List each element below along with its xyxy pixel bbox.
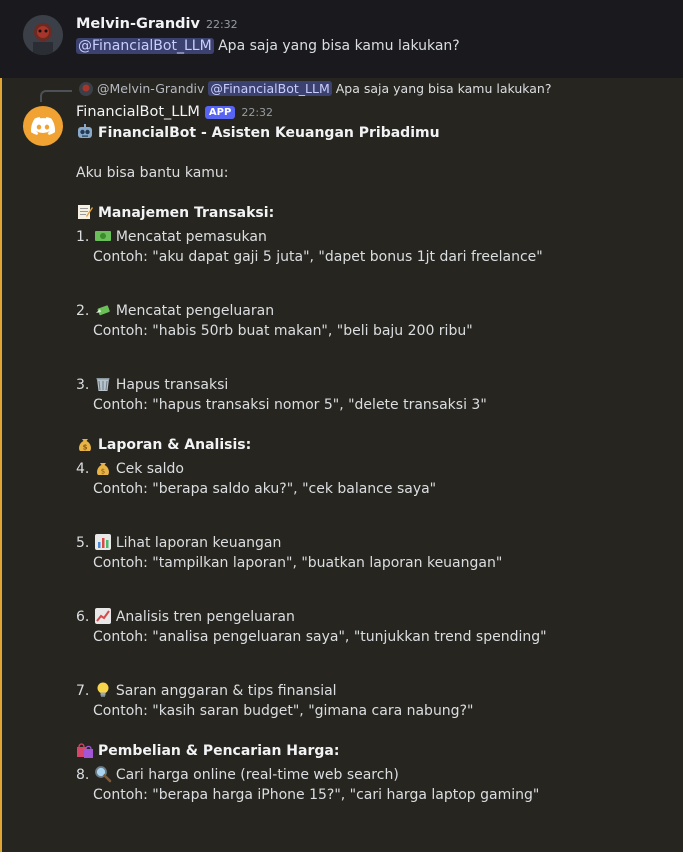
- lightbulb-icon: [97, 682, 109, 697]
- list-item-label: Lihat laporan keuangan: [115, 535, 282, 551]
- dollar-bill-icon: [94, 231, 111, 241]
- shopping-bags-icon: [77, 743, 93, 758]
- bar-chart-icon: [94, 534, 111, 550]
- chart-up-icon: [94, 608, 111, 624]
- bot-title: FinancialBot - Asisten Keuangan Pribadim…: [98, 125, 440, 141]
- bot-message-content: FinancialBot - Asisten Keuangan Pribadim…: [76, 123, 676, 805]
- discord-logo-icon: [31, 117, 55, 135]
- bot-author-name[interactable]: FinancialBot_LLM: [76, 104, 200, 120]
- user-avatar[interactable]: [23, 15, 63, 55]
- list-item: 4. $ Cek saldo: [76, 459, 676, 479]
- list-item-number: 8.: [76, 767, 90, 783]
- list-item-label: Cari harga online (real-time web search): [115, 767, 399, 783]
- reply-connector: [40, 90, 72, 102]
- svg-text:$: $: [83, 444, 88, 452]
- memo-icon: [78, 205, 93, 219]
- list-item-example: Contoh: "berapa saldo aku?", "cek balanc…: [93, 481, 437, 497]
- user-author-name[interactable]: Melvin-Grandiv: [76, 16, 200, 32]
- bot-intro: Aku bisa bantu kamu:: [76, 165, 229, 181]
- reply-avatar: [79, 81, 93, 96]
- list-item-label: Mencatat pemasukan: [115, 229, 267, 245]
- list-item: 3. Hapus transaksi: [76, 375, 676, 395]
- bot-avatar[interactable]: [23, 106, 63, 146]
- list-item-number: 6.: [76, 609, 90, 625]
- list-item-example: Contoh: "berapa harga iPhone 15?", "cari…: [93, 787, 540, 803]
- list-item-number: 5.: [76, 535, 90, 551]
- magnifier-icon: [94, 766, 112, 783]
- list-item-example: Contoh: "aku dapat gaji 5 juta", "dapet …: [93, 249, 543, 265]
- list-item-label: Cek saldo: [115, 461, 184, 477]
- list-item: 6. Analisis tren pengeluaran: [76, 607, 676, 627]
- user-message-body: @FinancialBot_LLM Apa saja yang bisa kam…: [76, 38, 460, 54]
- reply-text: Apa saja yang bisa kamu lakukan?: [335, 81, 552, 96]
- money-bag-icon: $: [79, 439, 91, 452]
- wastebasket-icon: [96, 378, 110, 391]
- list-item-example: Contoh: "kasih saran budget", "gimana ca…: [93, 703, 474, 719]
- list-item: 1. Mencatat pemasukan: [76, 227, 676, 247]
- list-item-number: 2.: [76, 303, 90, 319]
- list-item-number: 1.: [76, 229, 90, 245]
- section-heading: $ Laporan & Analisis:: [76, 435, 676, 455]
- list-item-example: Contoh: "analisa pengeluaran saya", "tun…: [93, 629, 547, 645]
- user-message: Melvin-Grandiv 22:32 @FinancialBot_LLM Ap…: [0, 0, 683, 78]
- list-item-number: 4.: [76, 461, 90, 477]
- list-item-label: Analisis tren pengeluaran: [115, 609, 295, 625]
- bot-title-line: FinancialBot - Asisten Keuangan Pribadim…: [76, 123, 676, 143]
- list-item: 2. Mencatat pengeluaran: [76, 301, 676, 321]
- user-author[interactable]: Melvin-Grandiv 22:32: [76, 16, 238, 32]
- section-heading-text: Laporan & Analisis:: [98, 437, 252, 453]
- list-item-number: 3.: [76, 377, 90, 393]
- bot-message: @Melvin-Grandiv @FinancialBot_LLM Apa sa…: [0, 78, 683, 852]
- section-heading: Manajemen Transaksi:: [76, 203, 676, 223]
- money-bag-icon: $: [96, 463, 109, 476]
- robot-icon: [78, 124, 92, 138]
- list-item-number: 7.: [76, 683, 90, 699]
- list-item-label: Hapus transaksi: [115, 377, 229, 393]
- user-message-text: Apa saja yang bisa kamu lakukan?: [218, 38, 460, 54]
- list-item-example: Contoh: "tampilkan laporan", "buatkan la…: [93, 555, 503, 571]
- bot-mention[interactable]: @FinancialBot_LLM: [76, 38, 214, 54]
- app-tag: APP: [204, 105, 236, 119]
- reply-preview[interactable]: @Melvin-Grandiv @FinancialBot_LLM Apa sa…: [79, 81, 552, 96]
- section-heading: Pembelian & Pencarian Harga:: [76, 741, 676, 761]
- list-item-label: Saran anggaran & tips finansial: [115, 683, 337, 699]
- bot-header: FinancialBot_LLM APP 22:32: [76, 104, 273, 120]
- reply-mention[interactable]: @FinancialBot_LLM: [208, 81, 332, 96]
- list-item: 7. Saran anggaran & tips finansial: [76, 681, 676, 701]
- list-item-example: Contoh: "hapus transaksi nomor 5", "dele…: [93, 397, 487, 413]
- list-item-label: Mencatat pengeluaran: [115, 303, 275, 319]
- reply-author[interactable]: @Melvin-Grandiv: [97, 81, 204, 96]
- list-item: 5. Lihat laporan keuangan: [76, 533, 676, 553]
- money-wings-icon: [95, 305, 110, 316]
- section-heading-text: Pembelian & Pencarian Harga:: [98, 743, 340, 759]
- list-item: 8. Cari harga online (real-time web sear…: [76, 765, 676, 785]
- section-heading-text: Manajemen Transaksi:: [98, 205, 275, 221]
- list-item-example: Contoh: "habis 50rb buat makan", "beli b…: [93, 323, 473, 339]
- user-message-time: 22:32: [205, 18, 238, 31]
- bot-message-time: 22:32: [241, 105, 274, 119]
- svg-text:$: $: [101, 468, 105, 476]
